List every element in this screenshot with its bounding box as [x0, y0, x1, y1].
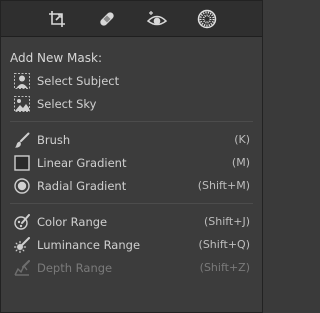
select-sky-icon	[13, 95, 31, 113]
radial-gradient-shortcut: (Shift+M)	[197, 179, 250, 192]
select-subject-label: Select Subject	[37, 73, 120, 88]
select-sky-label: Select Sky	[37, 96, 97, 111]
color-range-label: Color Range	[37, 214, 108, 229]
depth-range-icon	[13, 259, 31, 277]
crop-icon[interactable]	[45, 7, 69, 31]
tool-strip	[1, 1, 262, 37]
color-range-icon	[13, 213, 31, 231]
luminance-range-item[interactable]: Luminance Range (Shift+Q)	[1, 233, 262, 256]
linear-gradient-item[interactable]: Linear Gradient (M)	[1, 151, 262, 174]
depth-range-item: Depth Range (Shift+Z)	[1, 256, 262, 279]
red-eye-icon[interactable]	[145, 7, 169, 31]
mask-menu: Select Subject Select Sky Brush (K) Line…	[1, 69, 262, 279]
brush-label: Brush	[37, 132, 71, 147]
select-sky-item[interactable]: Select Sky	[1, 92, 262, 115]
select-subject-icon	[13, 72, 31, 90]
select-subject-item[interactable]: Select Subject	[1, 69, 262, 92]
linear-gradient-label: Linear Gradient	[37, 155, 127, 170]
masking-panel: Add New Mask: Select Subject Select Sky …	[0, 0, 263, 313]
healing-bandage-icon[interactable]	[95, 7, 119, 31]
luminance-range-label: Luminance Range	[37, 237, 141, 252]
masking-icon[interactable]	[195, 7, 219, 31]
luminance-range-shortcut: (Shift+Q)	[198, 238, 250, 251]
radial-gradient-label: Radial Gradient	[37, 178, 127, 193]
depth-range-shortcut: (Shift+Z)	[199, 261, 250, 274]
depth-range-label: Depth Range	[37, 260, 113, 275]
add-new-mask-title: Add New Mask:	[10, 51, 102, 65]
color-range-item[interactable]: Color Range (Shift+J)	[1, 210, 262, 233]
linear-gradient-shortcut: (M)	[231, 156, 250, 169]
brush-shortcut: (K)	[234, 133, 250, 146]
color-range-shortcut: (Shift+J)	[203, 215, 250, 228]
brush-item[interactable]: Brush (K)	[1, 128, 262, 151]
radial-gradient-icon	[13, 177, 31, 195]
linear-gradient-icon	[13, 154, 31, 172]
luminance-range-icon	[13, 236, 31, 254]
divider	[10, 203, 253, 204]
radial-gradient-item[interactable]: Radial Gradient (Shift+M)	[1, 174, 262, 197]
divider	[10, 121, 253, 122]
brush-icon	[13, 131, 31, 149]
